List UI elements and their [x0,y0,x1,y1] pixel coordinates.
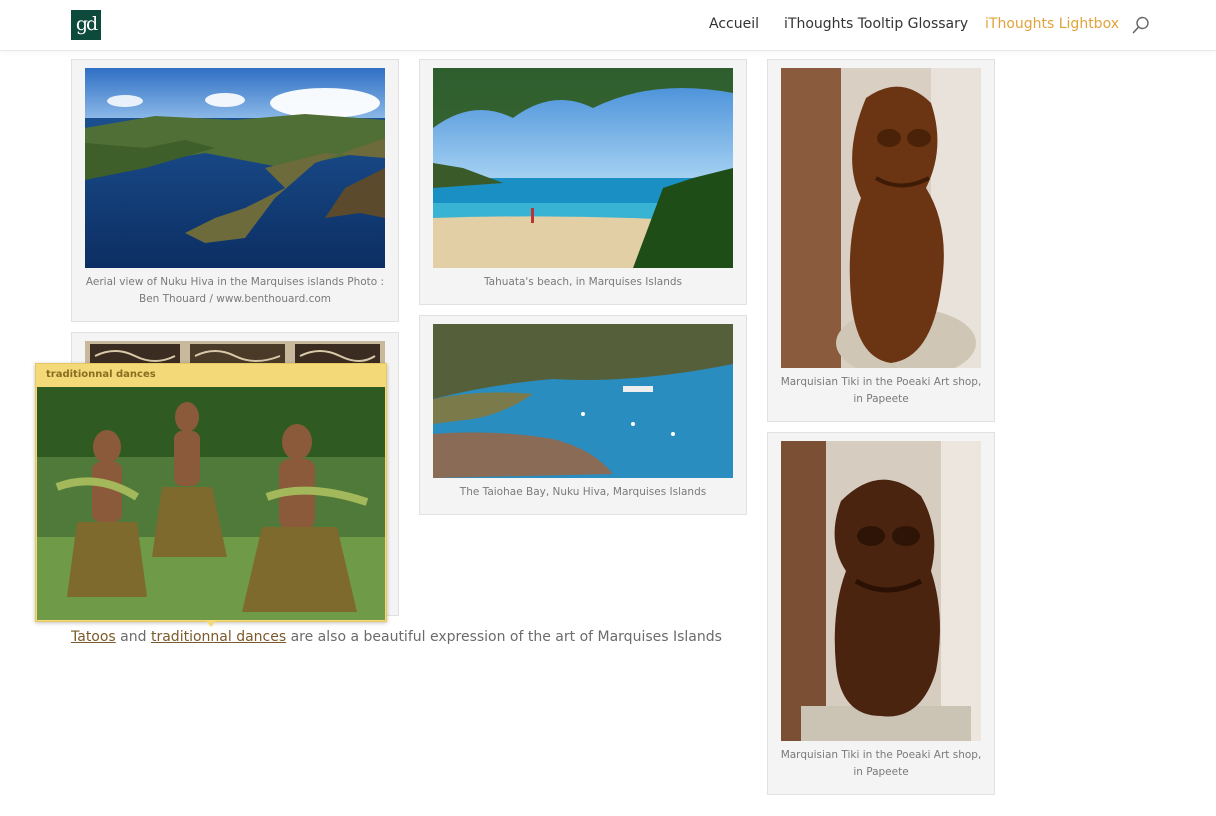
body-paragraph: Tatoos and traditionnal dances are also … [71,629,722,645]
gallery-caption: Tahuata's beach, in Marquises Islands [484,276,682,288]
tooltip-traditional-dances: traditionnal dances [35,363,387,627]
nav-lightbox[interactable]: iThoughts Lightbox [985,16,1119,32]
nav-accueil[interactable]: Accueil [709,16,759,32]
gallery-item-tiki-2[interactable]: Marquisian Tiki in the Poeaki Art shop, … [767,432,995,795]
link-traditionnal-dances[interactable]: traditionnal dances [151,629,286,645]
search-icon[interactable] [1131,15,1151,35]
tooltip-title: traditionnal dances [46,369,156,380]
gallery-caption: Marquisian Tiki in the Poeaki Art shop, … [780,749,982,778]
nav-tooltip-glossary[interactable]: iThoughts Tooltip Glossary [784,16,968,32]
tiki-statue-photo[interactable] [781,441,981,741]
gallery-item-aerial[interactable]: Aerial view of Nuku Hiva in the Marquise… [71,59,399,322]
dancers-photo [37,387,385,620]
aerial-bay-photo[interactable] [85,68,385,268]
gallery-item-beach[interactable]: Tahuata's beach, in Marquises Islands [419,59,747,305]
gallery-caption: Aerial view of Nuku Hiva in the Marquise… [85,276,385,305]
gallery-caption: The Taiohae Bay, Nuku Hiva, Marquises Is… [459,486,707,498]
gallery-item-tiki-1[interactable]: Marquisian Tiki in the Poeaki Art shop, … [767,59,995,422]
tiki-statue-photo[interactable] [781,68,981,368]
site-header: gd Accueil iThoughts Tooltip Glossary iT… [0,0,1216,50]
paragraph-text: are also a beautiful expression of the a… [286,629,722,645]
site-logo[interactable]: gd [71,10,101,40]
bay-harbor-photo[interactable] [433,324,733,478]
gallery-caption: Marquisian Tiki in the Poeaki Art shop, … [780,376,982,405]
tooltip-arrow [206,621,216,627]
beach-palm-photo[interactable] [433,68,733,268]
text-and: and [115,629,151,645]
gallery-item-bay[interactable]: The Taiohae Bay, Nuku Hiva, Marquises Is… [419,315,747,515]
link-tatoos[interactable]: Tatoos [71,629,116,645]
